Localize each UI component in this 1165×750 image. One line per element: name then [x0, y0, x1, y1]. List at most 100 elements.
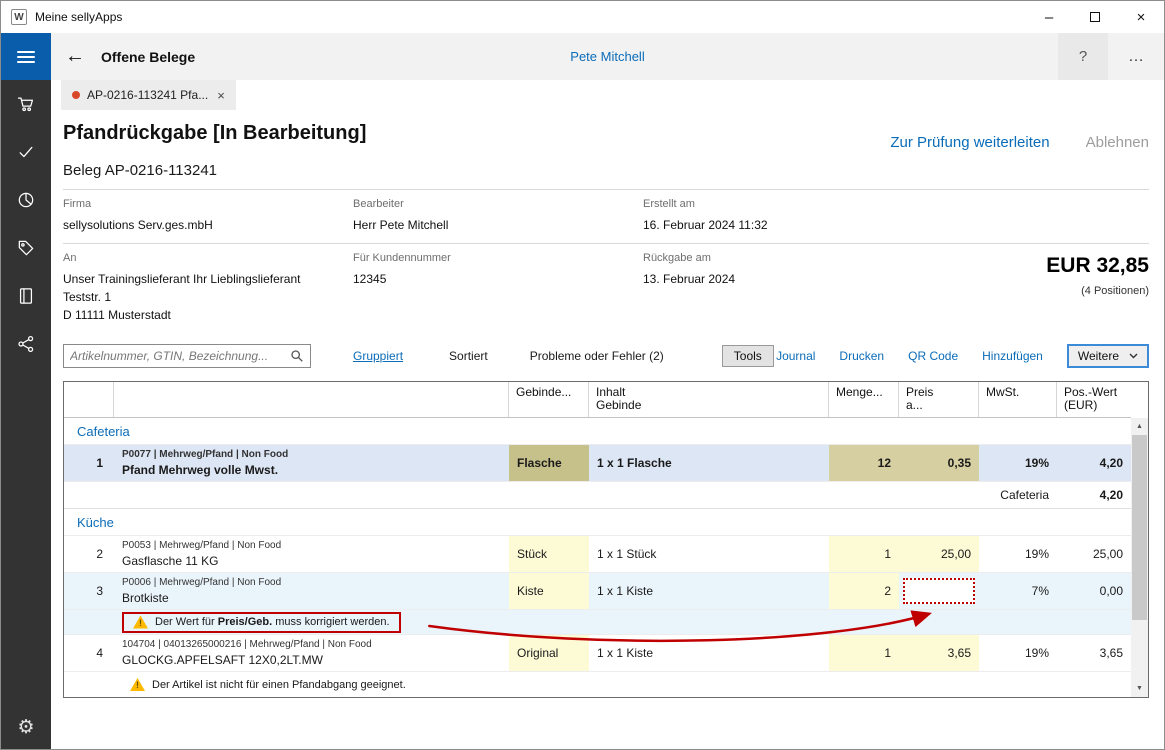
table-header-row: Gebinde... InhaltGebinde Menge... Preisa…	[64, 382, 1131, 418]
add-link[interactable]: Hinzufügen	[982, 349, 1043, 363]
table-scrollbar[interactable]: ▲ ▼	[1131, 418, 1148, 697]
row-number: 1	[64, 445, 114, 481]
print-link[interactable]: Drucken	[839, 349, 884, 363]
preis-cell[interactable]: 0,35	[899, 445, 979, 481]
recipient-line: Teststr. 1	[63, 288, 353, 306]
sidebar-item-tags[interactable]	[1, 224, 51, 272]
header-cell-wert[interactable]: Pos.-Wert(EUR)	[1057, 382, 1131, 417]
document-tab[interactable]: AP-0216-113241 Pfa... ×	[61, 80, 236, 110]
field-value: 13. Februar 2024	[643, 270, 893, 288]
sidebar-item-tasks[interactable]	[1, 128, 51, 176]
qr-code-link[interactable]: QR Code	[908, 349, 958, 363]
table-row-3[interactable]: 3 P0006 | Mehrweg/Pfand | Non Food Brotk…	[64, 573, 1131, 610]
menge-cell[interactable]: 1	[829, 536, 899, 572]
app-title: Meine sellyApps	[35, 10, 122, 24]
journal-link[interactable]: Journal	[776, 349, 815, 363]
field-value: 12345	[353, 270, 643, 288]
warning-text: Der Wert für Preis/Geb. muss korrigiert …	[155, 616, 390, 628]
help-button[interactable]: ?	[1058, 33, 1108, 80]
header-cell-mwst[interactable]: MwSt.	[979, 382, 1057, 417]
gebinde-cell[interactable]: Original	[509, 635, 589, 671]
preis-cell[interactable]: 3,65	[899, 635, 979, 671]
scroll-up-icon[interactable]: ▲	[1131, 418, 1148, 435]
grouped-link[interactable]: Gruppiert	[353, 349, 403, 363]
table-row-2[interactable]: 2 P0053 | Mehrweg/Pfand | Non Food Gasfl…	[64, 536, 1131, 573]
row-number: 4	[64, 635, 114, 671]
positions-table: Gebinde... InhaltGebinde Menge... Preisa…	[63, 381, 1149, 698]
tools-button[interactable]: Tools	[722, 345, 774, 367]
gebinde-cell[interactable]: Stück	[509, 536, 589, 572]
gebinde-cell[interactable]: Kiste	[509, 573, 589, 609]
article-cell: 104704 | 04013265000216 | Mehrweg/Pfand …	[114, 635, 509, 671]
field-firma: Firma sellysolutions Serv.ges.mbH	[63, 198, 353, 234]
search-icon	[290, 349, 304, 363]
reject-link[interactable]: Ablehnen	[1086, 134, 1149, 151]
sidebar-menu-button[interactable]	[1, 33, 51, 80]
article-meta: P0077 | Mehrweg/Pfand | Non Food	[122, 449, 288, 460]
header-cell-gebinde[interactable]: Gebinde...	[509, 382, 589, 417]
price-warning-box: Der Wert für Preis/Geb. muss korrigiert …	[122, 612, 401, 633]
sidebar-item-cart[interactable]	[1, 80, 51, 128]
user-name[interactable]: Pete Mitchell	[51, 49, 1164, 64]
document-content: Pfandrückgabe [In Bearbeitung] Zur Prüfu…	[51, 110, 1164, 749]
inhalt-cell: 1 x 1 Flasche	[589, 445, 829, 481]
menge-cell[interactable]: 1	[829, 635, 899, 671]
header-cell-article	[114, 382, 509, 417]
scrollbar-track[interactable]	[1131, 620, 1148, 680]
forward-for-review-link[interactable]: Zur Prüfung weiterleiten	[890, 134, 1049, 151]
scroll-down-icon[interactable]: ▼	[1131, 680, 1148, 697]
sidebar-item-settings[interactable]: ⚙	[1, 705, 51, 749]
preis-cell-invalid[interactable]	[899, 573, 979, 609]
close-button[interactable]: ×	[1118, 1, 1164, 33]
problems-link[interactable]: Probleme oder Fehler (2)	[530, 349, 664, 363]
mwst-cell: 19%	[979, 635, 1057, 671]
share-icon	[16, 334, 36, 354]
article-description: Pfand Mehrweg volle Mwst.	[122, 463, 278, 477]
tab-label: AP-0216-113241 Pfa...	[87, 88, 208, 102]
search-box[interactable]	[63, 344, 311, 368]
chevron-down-icon	[1129, 353, 1138, 359]
invalid-price-field[interactable]	[903, 578, 975, 604]
more-button[interactable]: …	[1108, 33, 1164, 80]
header-cell-preis[interactable]: Preisa...	[899, 382, 979, 417]
sidebar-item-reports[interactable]	[1, 176, 51, 224]
wert-cell: 25,00	[1057, 536, 1131, 572]
field-label: Rückgabe am	[643, 252, 893, 264]
sidebar-item-journal[interactable]	[1, 272, 51, 320]
preis-cell[interactable]: 25,00	[899, 536, 979, 572]
group-header-kueche[interactable]: Küche	[64, 509, 1131, 536]
article-description: Gasflasche 11 KG	[122, 554, 219, 568]
more-actions-button[interactable]: Weitere	[1067, 344, 1149, 368]
search-input[interactable]	[70, 349, 290, 363]
subtotal-row-cafeteria: Cafeteria 4,20	[64, 482, 1131, 509]
maximize-button[interactable]	[1072, 1, 1118, 33]
wert-cell: 0,00	[1057, 573, 1131, 609]
mwst-cell: 7%	[979, 573, 1057, 609]
wert-cell: 4,20	[1057, 445, 1131, 481]
sidebar-item-share[interactable]	[1, 320, 51, 368]
field-label: Erstellt am	[643, 198, 893, 210]
gebinde-cell[interactable]: Flasche	[509, 445, 589, 481]
field-bearbeiter: Bearbeiter Herr Pete Mitchell	[353, 198, 643, 234]
header-cell-menge[interactable]: Menge...	[829, 382, 899, 417]
fields-row-2: An Unser Trainingslieferant Ihr Liebling…	[63, 244, 1149, 333]
warning-icon	[130, 678, 145, 691]
group-header-cafeteria[interactable]: Cafeteria	[64, 418, 1131, 445]
warning-icon	[133, 616, 148, 629]
back-button[interactable]: ←	[65, 45, 85, 68]
header-cell-inhalt[interactable]: InhaltGebinde	[589, 382, 829, 417]
field-value: Herr Pete Mitchell	[353, 216, 643, 234]
menge-cell[interactable]: 2	[829, 573, 899, 609]
table-row-1[interactable]: 1 P0077 | Mehrweg/Pfand | Non Food Pfand…	[64, 445, 1131, 482]
recipient-line: D 11111 Musterstadt	[63, 306, 353, 324]
deposit-warning: Der Artikel ist nicht für einen Pfandabg…	[130, 678, 406, 691]
minimize-button[interactable]: –	[1026, 1, 1072, 33]
article-cell: P0006 | Mehrweg/Pfand | Non Food Brotkis…	[114, 573, 509, 609]
subtotal-label: Cafeteria	[979, 482, 1057, 508]
sorted-link[interactable]: Sortiert	[449, 349, 488, 363]
menge-cell[interactable]: 12	[829, 445, 899, 481]
article-meta: P0006 | Mehrweg/Pfand | Non Food	[122, 577, 281, 588]
tab-close-icon[interactable]: ×	[217, 88, 225, 103]
table-row-4[interactable]: 4 104704 | 04013265000216 | Mehrweg/Pfan…	[64, 635, 1131, 672]
scrollbar-thumb[interactable]	[1132, 435, 1147, 620]
